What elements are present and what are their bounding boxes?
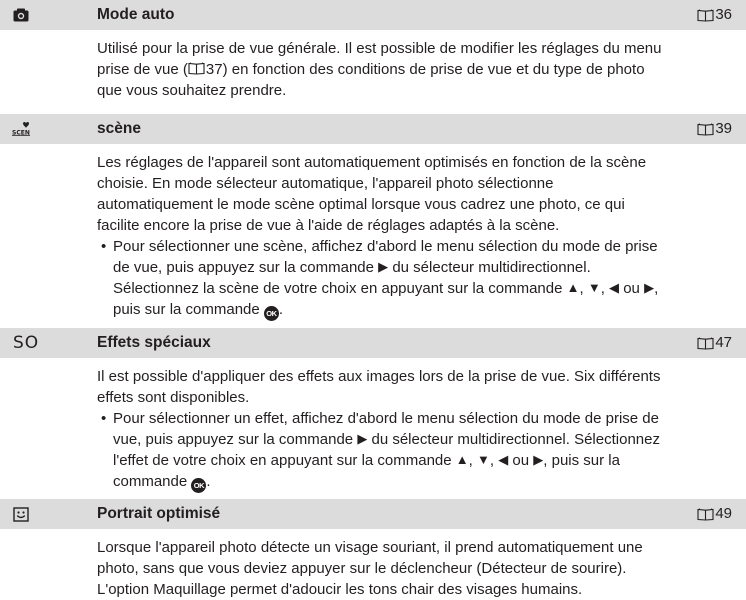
section-header-scene: SCENE scène 39 <box>0 114 746 144</box>
book-icon <box>697 508 714 521</box>
up-arrow-icon: ▲ <box>566 280 580 295</box>
section-title: Mode auto <box>97 6 175 23</box>
book-icon <box>697 123 714 136</box>
left-arrow-icon: ◀ <box>498 452 509 467</box>
section-description: Lorsque l'appareil photo détecte un visa… <box>97 539 643 598</box>
ok-button-icon: OK <box>191 478 207 493</box>
ok-button-icon: OK <box>263 306 279 321</box>
special-effects-icon: SO <box>13 333 40 353</box>
right-arrow-icon: ▶ <box>533 452 544 467</box>
section-header-special-effects: SO Effets spéciaux 47 <box>0 328 746 358</box>
book-icon <box>697 9 714 22</box>
section-title: scène <box>97 120 141 137</box>
page-reference: 49 <box>697 504 732 524</box>
scene-icon: SCENE <box>11 120 31 138</box>
down-arrow-icon: ▼ <box>477 452 490 467</box>
left-arrow-icon: ◀ <box>609 280 620 295</box>
book-icon <box>188 62 205 75</box>
section-description: Il est possible d'appliquer des effets a… <box>97 368 661 406</box>
page-reference: 36 <box>697 5 732 25</box>
bullet-icon: • <box>101 238 107 255</box>
down-arrow-icon: ▼ <box>587 280 601 295</box>
section-title: Portrait optimisé <box>97 505 221 522</box>
smile-portrait-icon <box>11 505 31 523</box>
section-header-auto: Mode auto 36 <box>0 0 746 30</box>
manual-page: Mode auto 36 Utilisé pour la prise de vu… <box>0 0 746 598</box>
right-arrow-icon: ▶ <box>644 280 655 295</box>
section-header-smart-portrait: Portrait optimisé 49 <box>0 499 746 529</box>
camera-icon <box>11 6 31 24</box>
right-arrow-icon: ▶ <box>357 431 368 446</box>
right-arrow-icon: ▶ <box>378 259 389 274</box>
book-icon <box>697 337 714 350</box>
bullet-item: • Pour sélectionner une scène, affichez … <box>97 236 737 321</box>
section-title: Effets spéciaux <box>97 334 211 351</box>
up-arrow-icon: ▲ <box>455 452 469 467</box>
section-description: Les réglages de l'appareil sont automati… <box>97 154 647 234</box>
section-description: Utilisé pour la prise de vue générale. I… <box>97 40 662 99</box>
page-reference: 39 <box>697 119 732 139</box>
page-reference: 47 <box>697 333 732 353</box>
bullet-icon: • <box>101 410 107 427</box>
bullet-item: • Pour sélectionner un effet, affichez d… <box>97 408 737 493</box>
